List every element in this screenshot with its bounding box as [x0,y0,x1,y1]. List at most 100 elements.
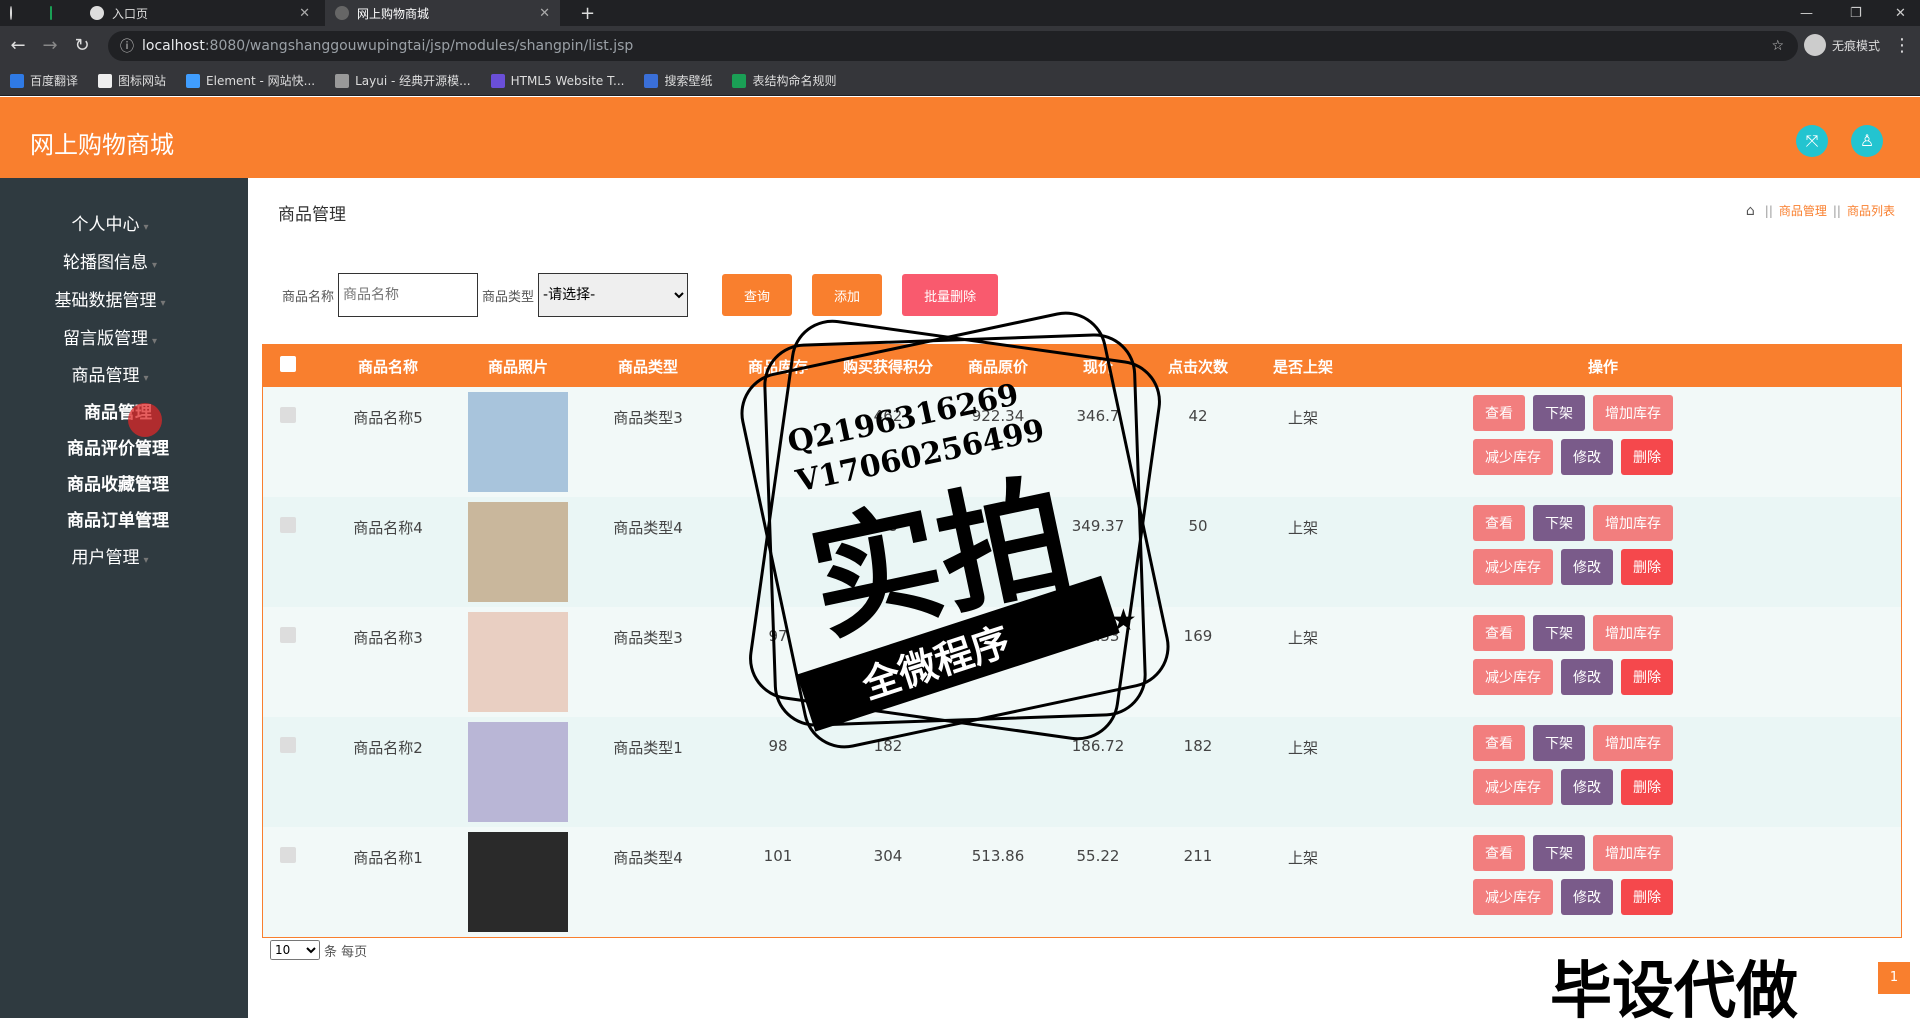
add-stock-button[interactable]: 增加库存 [1593,505,1673,541]
restore-icon[interactable]: ❐ [1850,0,1862,26]
sidebar-item[interactable]: 基础数据管理 ▾ [0,286,220,311]
tab-favicon-app[interactable] [40,0,70,26]
reduce-stock-button[interactable]: 减少库存 [1473,549,1553,585]
bookmark-label: Layui - 经典开源模... [355,74,471,88]
sidebar-item[interactable]: 商品管理 ▾ [0,361,220,386]
delete-button[interactable]: 删除 [1621,879,1673,915]
reduce-stock-button[interactable]: 减少库存 [1473,439,1553,475]
bookmark-item[interactable]: 图标网站 [98,72,166,89]
close-window-icon[interactable]: ✕ [1895,0,1906,26]
column-header: 操作 [1587,357,1618,376]
product-photo[interactable] [468,722,568,822]
sidebar-item[interactable]: 商品收藏管理 [8,470,228,495]
view-button[interactable]: 查看 [1473,395,1525,431]
breadcrumb-item[interactable]: 商品管理 [1779,202,1827,219]
url-field[interactable]: ⓘ localhost :8080/wangshanggouwupingtai/… [108,31,1798,61]
delete-button[interactable]: 删除 [1621,439,1673,475]
add-button[interactable]: 添加 [812,274,883,316]
delete-button[interactable]: 删除 [1621,659,1673,695]
reduce-stock-button[interactable]: 减少库存 [1473,659,1553,695]
off-shelf-button[interactable]: 下架 [1533,725,1585,761]
view-button[interactable]: 查看 [1473,725,1525,761]
bookmark-item[interactable]: 表结构命名规则 [732,72,836,89]
minimize-icon[interactable]: — [1800,0,1813,26]
sidebar-item[interactable]: 商品评价管理 [8,434,228,459]
row-checkbox[interactable] [280,517,296,533]
add-stock-button[interactable]: 增加库存 [1593,615,1673,651]
view-button[interactable]: 查看 [1473,615,1525,651]
table-row: 商品名称4 商品类型4 78 349.37 50 上架 查看 下架 增加库存 减少库存 修改 删除 [263,497,1901,607]
query-button[interactable]: 查询 [722,274,793,316]
add-stock-button[interactable]: 增加库存 [1593,395,1673,431]
new-tab-button[interactable]: + [570,0,600,26]
tab-favicon-chrome[interactable] [0,0,30,26]
cell-name: 商品名称2 [353,739,423,757]
off-shelf-button[interactable]: 下架 [1533,395,1585,431]
edit-button[interactable]: 修改 [1561,879,1613,915]
select-all-checkbox[interactable] [280,356,296,372]
sidebar-item[interactable]: 商品订单管理 [8,506,228,531]
sidebar-item-label: 商品收藏管理 [67,475,169,495]
edit-button[interactable]: 修改 [1561,659,1613,695]
column-header: 是否上架 [1272,357,1333,376]
row-checkbox[interactable] [280,737,296,753]
tab-close-icon[interactable]: ✕ [299,6,310,21]
off-shelf-button[interactable]: 下架 [1533,615,1585,651]
row-checkbox[interactable] [280,847,296,863]
forward-icon[interactable]: → [38,34,62,58]
delete-button[interactable]: 删除 [1621,769,1673,805]
product-photo[interactable] [468,612,568,712]
home-icon[interactable]: ⌂ [1746,203,1755,219]
tab-label: 入口页 [112,6,149,21]
product-type-select[interactable]: -请选择- [538,273,689,317]
add-stock-button[interactable]: 增加库存 [1593,725,1673,761]
edit-button[interactable]: 修改 [1561,439,1613,475]
add-stock-button[interactable]: 增加库存 [1593,835,1673,871]
incognito-indicator[interactable]: 无痕模式 [1803,34,1880,56]
column-header: 购买获得积分 [842,357,933,376]
cell-type: 商品类型1 [613,739,683,757]
delete-button[interactable]: 删除 [1621,549,1673,585]
reduce-stock-button[interactable]: 减少库存 [1473,879,1553,915]
bookmark-item[interactable]: Layui - 经典开源模... [335,72,471,89]
bookmark-item[interactable]: Element - 网站快... [186,72,315,89]
tab-close-icon[interactable]: ✕ [539,6,550,21]
bookmark-icon [186,73,201,88]
reduce-stock-button[interactable]: 减少库存 [1473,769,1553,805]
sidebar-item[interactable]: 用户管理 ▾ [0,543,220,568]
product-name-input[interactable] [338,273,479,317]
view-button[interactable]: 查看 [1473,505,1525,541]
cell-on_shelf: 上架 [1287,739,1318,757]
product-photo[interactable] [468,502,568,602]
bookmark-item[interactable]: 百度翻译 [10,72,78,89]
sidebar-item[interactable]: 留言版管理 ▾ [0,324,220,349]
tab-entry-page[interactable]: 入口页 ✕ [80,0,320,26]
edit-button[interactable]: 修改 [1561,769,1613,805]
tab-shop[interactable]: 网上购物商城 ✕ [325,0,560,26]
product-photo[interactable] [468,392,568,492]
address-bar-row: ← → ↻ ⓘ localhost :8080/wangshanggouwupi… [0,26,1920,66]
star-icon[interactable]: ☆ [1771,38,1784,54]
row-checkbox[interactable] [280,627,296,643]
expand-icon[interactable]: ⤧ [1796,125,1828,157]
bookmark-item[interactable]: 搜索壁纸 [644,72,712,89]
sidebar-item[interactable]: 商品管理 [8,398,228,423]
page-badge[interactable]: 1 [1878,962,1910,994]
row-checkbox[interactable] [280,407,296,423]
bookmark-label: HTML5 Website T... [510,73,625,88]
view-button[interactable]: 查看 [1473,835,1525,871]
edit-button[interactable]: 修改 [1561,549,1613,585]
back-icon[interactable]: ← [6,34,30,58]
batch-delete-button[interactable]: 批量删除 [902,274,999,316]
bookmark-item[interactable]: HTML5 Website T... [490,73,625,88]
bookmark-label: 表结构命名规则 [752,74,837,88]
off-shelf-button[interactable]: 下架 [1533,835,1585,871]
menu-icon[interactable]: ⋮ [1890,34,1914,58]
off-shelf-button[interactable]: 下架 [1533,505,1585,541]
reload-icon[interactable]: ↻ [70,34,94,58]
sidebar-item[interactable]: 轮播图信息 ▾ [0,248,220,273]
user-icon[interactable]: ♙ [1851,125,1883,157]
page-size-select[interactable]: 10 [270,940,320,960]
product-photo[interactable] [468,832,568,932]
sidebar-item[interactable]: 个人中心 ▾ [0,210,220,235]
